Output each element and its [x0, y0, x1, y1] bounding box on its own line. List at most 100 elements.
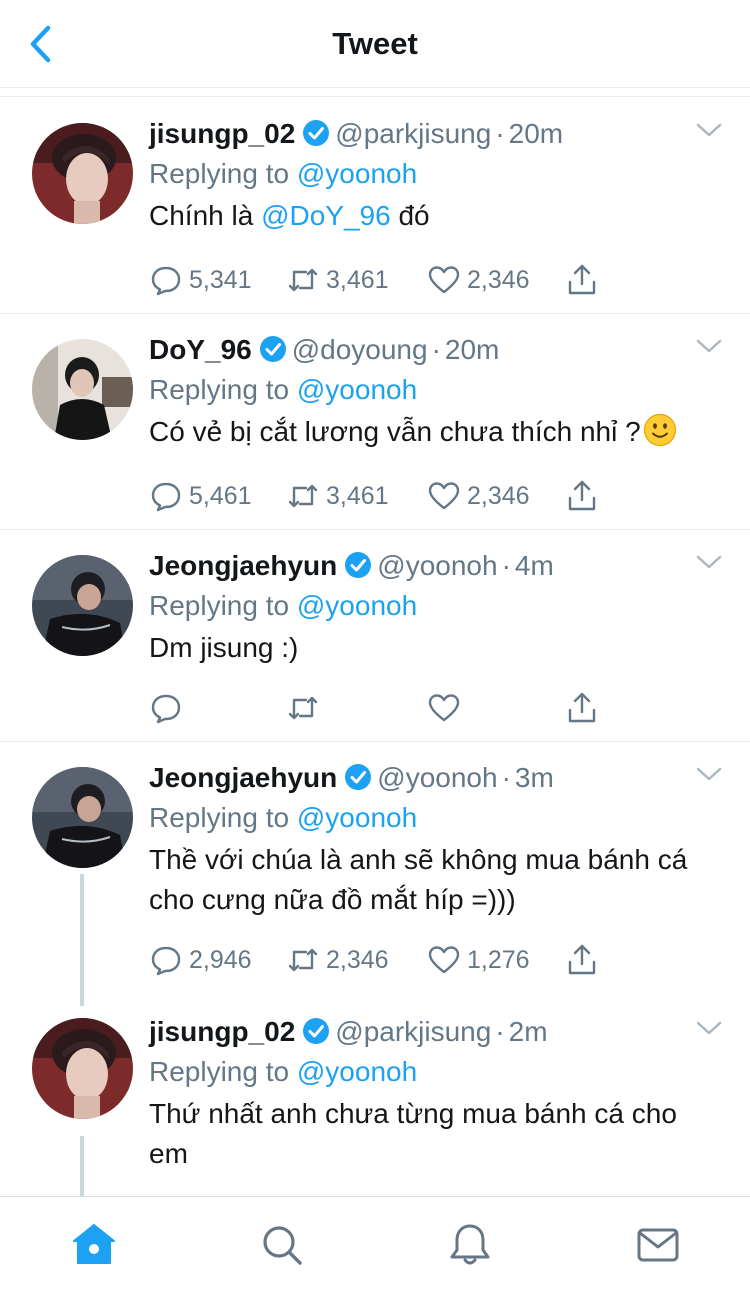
chevron-down-icon[interactable] [694, 1018, 724, 1038]
retweet-icon [288, 484, 318, 508]
tweet-header: Jeongjaehyun @yoonoh · 3m [149, 760, 719, 796]
tweet-header: Jeongjaehyun @yoonoh · 4m [149, 548, 719, 584]
avatar[interactable] [32, 767, 133, 868]
tweet[interactable]: Jeongjaehyun @yoonoh · 3m Replying to @yoon… [0, 742, 750, 1006]
tab-home[interactable] [64, 1215, 124, 1275]
tweet-actions [149, 688, 609, 728]
chevron-down-icon[interactable] [694, 336, 724, 356]
tweet[interactable]: DoY_96 @doyoung · 20m Replying to @yoonoh C… [0, 314, 750, 530]
reply-button[interactable]: 5,341 [149, 260, 252, 300]
tweet[interactable]: jisungp_02 @parkjisung · 2m Replying to @yo… [0, 996, 750, 1196]
tab-messages[interactable] [628, 1215, 688, 1275]
tweet-content: jisungp_02 @parkjisung · 2m Replying to @yo… [149, 1014, 719, 1174]
mention-link[interactable]: @yoonoh [297, 802, 417, 833]
reply-icon [151, 694, 181, 724]
user-name[interactable]: jisungp_02 [149, 1016, 295, 1047]
tweet-actions: 2,946 2,346 1,276 [149, 940, 609, 980]
user-handle[interactable]: @parkjisung [335, 118, 491, 149]
retweet-icon [288, 948, 318, 972]
user-name[interactable]: Jeongjaehyun [149, 550, 337, 581]
mention-link[interactable]: @yoonoh [297, 590, 417, 621]
like-button[interactable]: 1,276 [427, 940, 530, 980]
timestamp[interactable]: 20m [445, 334, 499, 365]
page-title: Tweet [332, 26, 418, 61]
user-name[interactable]: Jeongjaehyun [149, 762, 337, 793]
user-name[interactable]: jisungp_02 [149, 118, 295, 149]
share-button[interactable] [565, 476, 599, 516]
bottom-tab-bar [0, 1196, 750, 1295]
mention-link[interactable]: @yoonoh [297, 374, 417, 405]
verified-badge-icon [303, 1018, 330, 1044]
user-handle[interactable]: @doyoung [292, 334, 428, 365]
user-handle[interactable]: @yoonoh [377, 550, 497, 581]
reply-count: 5,461 [189, 481, 252, 510]
user-handle[interactable]: @yoonoh [377, 762, 497, 793]
share-button[interactable] [565, 260, 599, 300]
like-button[interactable] [427, 688, 461, 728]
replying-to-label: Replying to [149, 802, 297, 833]
retweet-count: 3,461 [326, 481, 389, 510]
like-button[interactable]: 2,346 [427, 476, 530, 516]
share-icon [568, 692, 596, 723]
tweet[interactable]: jisungp_02 @parkjisung · 20m Replying to @y… [0, 98, 750, 314]
share-button[interactable] [565, 940, 599, 980]
timestamp[interactable]: 2m [509, 1016, 548, 1047]
share-button[interactable] [565, 688, 599, 728]
reply-button[interactable] [149, 688, 183, 728]
mention-link[interactable]: @DoY_96 [261, 200, 391, 231]
tweet-header: DoY_96 @doyoung · 20m [149, 332, 719, 368]
messages-envelope-icon [637, 1228, 679, 1262]
like-count: 1,276 [467, 945, 530, 974]
retweet-button[interactable] [286, 688, 320, 728]
retweet-button[interactable]: 2,346 [286, 940, 389, 980]
retweet-button[interactable]: 3,461 [286, 476, 389, 516]
heart-icon [428, 694, 460, 722]
tweet-text: Thề với chúa là anh sẽ không mua bánh cá… [149, 844, 688, 915]
tweet-text: Thứ nhất anh chưa từng mua bánh cá cho e… [149, 1098, 677, 1169]
mention-link[interactable]: @yoonoh [297, 158, 417, 189]
slightly-smiling-face-emoji [643, 413, 676, 447]
avatar[interactable] [32, 123, 133, 224]
user-name[interactable]: DoY_96 [149, 334, 252, 365]
tweet-content: Jeongjaehyun @yoonoh · 3m Replying to @yoon… [149, 760, 719, 920]
separator-dot: · [431, 334, 441, 365]
timestamp[interactable]: 4m [515, 550, 554, 581]
chevron-down-icon[interactable] [694, 120, 724, 140]
notifications-bell-icon [450, 1224, 490, 1265]
avatar[interactable] [32, 1018, 133, 1119]
tab-notifications[interactable] [440, 1215, 500, 1275]
mention-link[interactable]: @yoonoh [297, 1056, 417, 1087]
tweet[interactable]: Jeongjaehyun @yoonoh · 4m Replying to @yoon… [0, 530, 750, 742]
separator-dot: · [501, 762, 511, 793]
chevron-down-icon[interactable] [694, 764, 724, 784]
avatar[interactable] [32, 339, 133, 440]
heart-icon [428, 482, 460, 510]
user-handle[interactable]: @parkjisung [335, 1016, 491, 1047]
share-icon [568, 944, 596, 975]
like-count: 2,346 [467, 481, 530, 510]
tweet-content: jisungp_02 @parkjisung · 20m Replying to @y… [149, 116, 719, 236]
tweet-actions: 5,461 3,461 2,346 [149, 476, 609, 516]
timestamp[interactable]: 20m [509, 118, 563, 149]
tweet-content: Jeongjaehyun @yoonoh · 4m Replying to @yoon… [149, 548, 719, 668]
chevron-down-icon[interactable] [694, 552, 724, 572]
heart-icon [428, 266, 460, 294]
retweet-button[interactable]: 3,461 [286, 260, 389, 300]
replying-to: Replying to @yoonoh [149, 798, 719, 838]
retweet-icon [288, 268, 318, 292]
reply-button[interactable]: 2,946 [149, 940, 252, 980]
tweet-text-part: Chính là [149, 200, 262, 231]
reply-icon [151, 482, 181, 512]
tab-search[interactable] [252, 1215, 312, 1275]
avatar[interactable] [32, 555, 133, 656]
timestamp[interactable]: 3m [515, 762, 554, 793]
retweet-count: 3,461 [326, 265, 389, 294]
replying-to-label: Replying to [149, 1056, 297, 1087]
like-button[interactable]: 2,346 [427, 260, 530, 300]
search-icon [263, 1226, 302, 1265]
separator-dot: · [495, 118, 505, 149]
replying-to-label: Replying to [149, 374, 297, 405]
reply-button[interactable]: 5,461 [149, 476, 252, 516]
replying-to-label: Replying to [149, 590, 297, 621]
like-count: 2,346 [467, 265, 530, 294]
